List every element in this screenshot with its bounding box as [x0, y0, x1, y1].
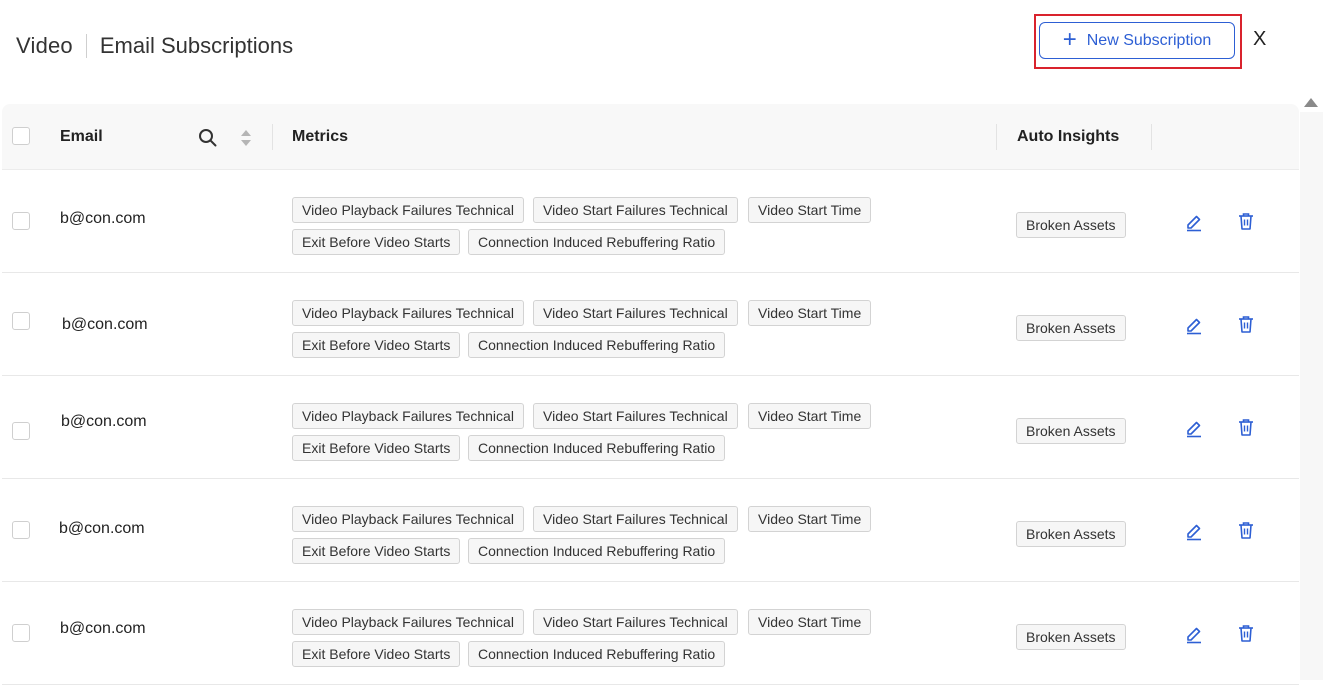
- select-all-checkbox[interactable]: [12, 127, 30, 145]
- metric-chip: Video Start Failures Technical: [533, 609, 738, 635]
- email-cell: b@con.com: [60, 620, 146, 637]
- metric-chip: Connection Induced Rebuffering Ratio: [468, 435, 726, 461]
- table-row: b@con.com Video Playback Failures Technic…: [2, 170, 1299, 273]
- row-checkbox[interactable]: [12, 212, 30, 230]
- scrollbar-track[interactable]: [1300, 112, 1323, 680]
- edit-icon[interactable]: [1184, 624, 1204, 649]
- metric-chip: Video Start Failures Technical: [533, 403, 738, 429]
- close-button[interactable]: X: [1253, 28, 1266, 51]
- metric-chip: Exit Before Video Starts: [292, 435, 461, 461]
- metric-chip: Exit Before Video Starts: [292, 641, 461, 667]
- new-subscription-label: New Subscription: [1086, 31, 1212, 49]
- metric-chip: Video Start Failures Technical: [533, 197, 738, 223]
- table-body: b@con.com Video Playback Failures Technic…: [2, 170, 1299, 685]
- table-row: b@con.com Video Playback Failures Technic…: [2, 376, 1299, 479]
- metric-chip: Video Start Time: [748, 300, 872, 326]
- insight-chip: Broken Assets: [1016, 624, 1126, 650]
- row-checkbox[interactable]: [12, 624, 30, 642]
- section-label: Video: [16, 33, 73, 58]
- metric-chip: Connection Induced Rebuffering Ratio: [468, 538, 726, 564]
- table-row: b@con.com Video Playback Failures Technic…: [2, 582, 1299, 685]
- row-checkbox[interactable]: [12, 312, 30, 330]
- new-subscription-button[interactable]: + New Subscription: [1039, 22, 1235, 59]
- metric-chip: Exit Before Video Starts: [292, 332, 461, 358]
- plus-icon: +: [1062, 25, 1077, 53]
- delete-icon[interactable]: [1236, 623, 1256, 648]
- delete-icon[interactable]: [1236, 314, 1256, 339]
- page-title: Video Email Subscriptions: [16, 33, 293, 59]
- page-header: Video Email Subscriptions + New Subscrip…: [0, 0, 1323, 96]
- metric-chip: Video Start Failures Technical: [533, 506, 738, 532]
- metric-chip: Exit Before Video Starts: [292, 538, 461, 564]
- insight-chip: Broken Assets: [1016, 418, 1126, 444]
- metric-chip: Video Start Time: [748, 506, 872, 532]
- table-header: Email Metrics Auto Insights: [2, 104, 1299, 170]
- email-cell: b@con.com: [59, 520, 145, 537]
- row-checkbox[interactable]: [12, 422, 30, 440]
- metric-chip: Video Start Time: [748, 609, 872, 635]
- edit-icon[interactable]: [1184, 212, 1204, 237]
- metric-chip: Video Start Time: [748, 403, 872, 429]
- metric-chip: Connection Induced Rebuffering Ratio: [468, 229, 726, 255]
- email-cell: b@con.com: [60, 210, 146, 227]
- table-row: b@con.com Video Playback Failures Technic…: [2, 479, 1299, 582]
- metric-chip: Video Start Time: [748, 197, 872, 223]
- metric-chip: Video Playback Failures Technical: [292, 506, 524, 532]
- subscriptions-table: Email Metrics Auto Insights b@con.com Vid…: [2, 104, 1299, 685]
- title-divider: [85, 34, 87, 58]
- insight-chip: Broken Assets: [1016, 212, 1126, 238]
- metric-chip: Exit Before Video Starts: [292, 229, 461, 255]
- column-header-email[interactable]: Email: [60, 128, 103, 146]
- metric-chip: Video Playback Failures Technical: [292, 609, 524, 635]
- edit-icon[interactable]: [1184, 521, 1204, 546]
- column-divider: [996, 124, 997, 150]
- column-divider: [272, 124, 273, 150]
- scroll-up-arrow-icon[interactable]: [1304, 98, 1318, 107]
- column-header-metrics: Metrics: [292, 128, 349, 145]
- row-checkbox[interactable]: [12, 521, 30, 539]
- edit-icon[interactable]: [1184, 418, 1204, 443]
- sort-icon[interactable]: [240, 128, 252, 153]
- metric-chip: Video Start Failures Technical: [533, 300, 738, 326]
- metric-chip: Video Playback Failures Technical: [292, 197, 524, 223]
- table-row: b@con.com Video Playback Failures Technic…: [2, 273, 1299, 376]
- delete-icon[interactable]: [1236, 211, 1256, 236]
- delete-icon[interactable]: [1236, 417, 1256, 442]
- insight-chip: Broken Assets: [1016, 315, 1126, 341]
- metric-chip: Video Playback Failures Technical: [292, 403, 524, 429]
- page-title-text: Email Subscriptions: [99, 33, 294, 58]
- column-divider: [1151, 124, 1152, 150]
- metric-chip: Connection Induced Rebuffering Ratio: [468, 332, 726, 358]
- email-cell: b@con.com: [61, 413, 147, 430]
- delete-icon[interactable]: [1236, 520, 1256, 545]
- search-icon[interactable]: [198, 128, 218, 153]
- insight-chip: Broken Assets: [1016, 521, 1126, 547]
- edit-icon[interactable]: [1184, 315, 1204, 340]
- email-cell: b@con.com: [62, 316, 148, 333]
- metric-chip: Video Playback Failures Technical: [292, 300, 524, 326]
- column-header-auto-insights: Auto Insights: [1017, 128, 1120, 145]
- metric-chip: Connection Induced Rebuffering Ratio: [468, 641, 726, 667]
